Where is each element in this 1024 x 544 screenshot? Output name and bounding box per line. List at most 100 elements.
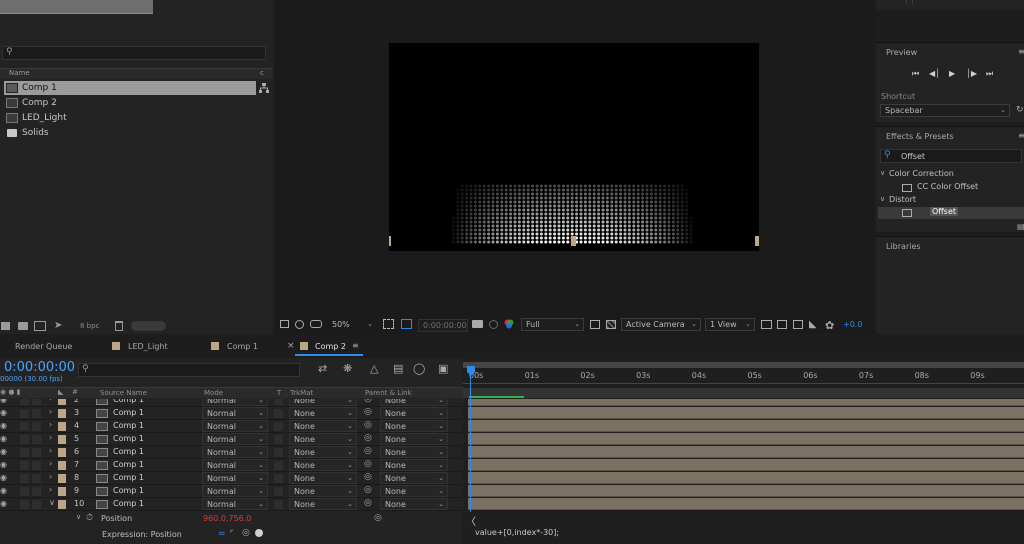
navigator-bar[interactable] — [463, 362, 1024, 368]
category-distort[interactable]: ∨ Distort — [880, 195, 1020, 207]
camera-dropdown[interactable]: Active Camera ⌄ — [621, 318, 701, 331]
time-ruler[interactable]: 00s01s02s03s04s05s06s07s08s09s10 — [463, 370, 1024, 384]
property-value[interactable]: 960.0,756.0 — [203, 514, 251, 523]
parent-dropdown[interactable]: None ⌄ — [380, 498, 448, 510]
solo-checkbox[interactable] — [20, 474, 29, 483]
lock-checkbox[interactable] — [32, 474, 41, 483]
mode-dropdown[interactable]: Normal ⌄ — [202, 407, 268, 419]
color-channel-icon[interactable] — [504, 319, 514, 329]
trkmat-dropdown[interactable]: None ⌄ — [289, 420, 357, 432]
label-icon[interactable]: ◣ — [58, 388, 63, 396]
playhead[interactable] — [467, 366, 475, 376]
next-frame-icon[interactable]: │▶ — [966, 69, 977, 78]
snapshot-icon[interactable] — [472, 320, 483, 328]
new-folder-icon[interactable] — [18, 322, 28, 330]
pickwhip-icon[interactable]: ◎ — [374, 513, 382, 523]
bpc-button[interactable]: 8 bpc — [80, 322, 99, 330]
mask-view-icon[interactable] — [295, 320, 304, 329]
layer-handle-center[interactable] — [571, 236, 576, 246]
layer-duration-bar[interactable] — [468, 407, 1024, 419]
eye-icon[interactable]: ◉ — [0, 486, 7, 495]
label-color-swatch[interactable] — [58, 422, 66, 431]
lock-checkbox[interactable] — [32, 448, 41, 457]
graph-editor-icon[interactable]: ▣ — [438, 362, 448, 375]
tab-comp-2[interactable]: Comp 2 — [315, 342, 346, 351]
trkmat-dropdown[interactable]: None ⌄ — [289, 472, 357, 484]
category-color-correction[interactable]: ∨ Color Correction — [880, 169, 1020, 181]
comp-mini-flowchart-icon[interactable]: ⇄ — [318, 362, 327, 375]
exposure-icon[interactable]: ✿ — [825, 319, 834, 332]
preserve-transparency-checkbox[interactable] — [274, 435, 283, 444]
panel-menu-icon[interactable]: ≡ — [1018, 131, 1024, 140]
trkmat-dropdown[interactable]: None ⌄ — [289, 407, 357, 419]
flowchart-icon[interactable]: ◣ — [809, 319, 817, 330]
eye-icon[interactable]: ◉ — [0, 421, 7, 430]
trkmat-dropdown[interactable]: None ⌄ — [289, 433, 357, 445]
parent-pickwhip-icon[interactable]: ◎ — [364, 420, 372, 430]
chevron-right-icon[interactable]: › — [49, 433, 52, 442]
mode-dropdown[interactable]: Normal ⌄ — [202, 485, 268, 497]
preserve-transparency-checkbox[interactable] — [274, 500, 283, 509]
parent-pickwhip-icon[interactable]: ◎ — [364, 485, 372, 495]
parent-pickwhip-icon[interactable]: ◎ — [364, 399, 372, 404]
parent-dropdown[interactable]: None ⌄ — [380, 433, 448, 445]
timeline-icon[interactable] — [793, 320, 803, 329]
parent-pickwhip-icon[interactable]: ◎ — [364, 446, 372, 456]
parent-dropdown[interactable]: None ⌄ — [380, 407, 448, 419]
glasses-icon[interactable] — [310, 320, 322, 328]
preserve-transparency-checkbox[interactable] — [274, 409, 283, 418]
parent-dropdown[interactable]: None ⌄ — [380, 399, 448, 406]
layer-handle-left[interactable] — [389, 236, 391, 246]
table-row[interactable]: ◉ › 2 Comp 1 Normal ⌄ None ⌄ ◎ None ⌄ — [0, 399, 463, 407]
eye-icon[interactable]: ◉ — [0, 399, 7, 404]
layer-duration-bar[interactable] — [468, 420, 1024, 432]
zoom-dropdown[interactable]: 50% ⌄ — [328, 319, 376, 332]
fast-previews-icon[interactable] — [590, 320, 600, 329]
parent-dropdown[interactable]: None ⌄ — [380, 472, 448, 484]
table-row[interactable]: ◉ ∨ 10 Comp 1 Normal ⌄ None ⌄ ◎ None ⌄ — [0, 498, 463, 511]
column-name[interactable]: Name — [9, 69, 30, 77]
solo-checkbox[interactable] — [20, 435, 29, 444]
toggle-transparency-icon[interactable] — [606, 320, 616, 329]
play-icon[interactable]: ▶ — [949, 69, 955, 78]
preserve-transparency-checkbox[interactable] — [274, 474, 283, 483]
eye-icon[interactable]: ◉ — [0, 473, 7, 482]
language-menu-icon[interactable] — [255, 529, 263, 537]
layer-duration-bar[interactable] — [468, 472, 1024, 484]
label-color-swatch[interactable] — [58, 474, 66, 483]
effect-item-offset[interactable]: Offset — [878, 207, 1024, 219]
lock-checkbox[interactable] — [32, 399, 41, 405]
tab-render-queue[interactable]: Render Queue — [15, 342, 72, 351]
preserve-transparency-checkbox[interactable] — [274, 399, 283, 405]
label-color-swatch[interactable] — [58, 399, 66, 405]
layer-duration-bar[interactable] — [468, 446, 1024, 458]
show-snapshot-icon[interactable] — [489, 320, 498, 329]
trkmat-dropdown[interactable]: None ⌄ — [289, 459, 357, 471]
trash-icon[interactable] — [115, 321, 123, 331]
table-row[interactable]: ◉ › 6 Comp 1 Normal ⌄ None ⌄ ◎ None ⌄ — [0, 446, 463, 459]
label-color-swatch[interactable] — [58, 435, 66, 444]
solo-checkbox[interactable] — [20, 500, 29, 509]
parent-pickwhip-icon[interactable]: ◎ — [364, 472, 372, 482]
header-source-name[interactable]: Source Name — [100, 389, 147, 397]
chevron-right-icon[interactable]: › — [49, 472, 52, 481]
mode-dropdown[interactable]: Normal ⌄ — [202, 420, 268, 432]
mode-dropdown[interactable]: Normal ⌄ — [202, 446, 268, 458]
resolution-dropdown[interactable]: Full ⌄ — [521, 318, 584, 331]
solo-checkbox[interactable] — [20, 422, 29, 431]
current-time[interactable]: 0:00:00:00 — [4, 360, 75, 375]
close-icon[interactable]: × — [287, 341, 295, 351]
solo-checkbox[interactable] — [20, 448, 29, 457]
eye-icon[interactable]: ◉ — [0, 408, 7, 417]
draft-3d-icon[interactable]: ❋ — [343, 362, 352, 375]
table-row[interactable]: ◉ › 4 Comp 1 Normal ⌄ None ⌄ ◎ None ⌄ — [0, 420, 463, 433]
3d-view-icon[interactable] — [761, 320, 772, 329]
trkmat-dropdown[interactable]: None ⌄ — [289, 498, 357, 510]
effects-search-field[interactable]: ⚲ Offset — [880, 149, 1022, 163]
motion-blur-icon[interactable]: ◯ — [413, 362, 425, 375]
preserve-transparency-checkbox[interactable] — [274, 487, 283, 496]
solo-checkbox[interactable] — [20, 399, 29, 405]
table-row[interactable]: ◉ › 7 Comp 1 Normal ⌄ None ⌄ ◎ None ⌄ — [0, 459, 463, 472]
tab-led-light[interactable]: LED_Light — [128, 342, 168, 351]
layer-duration-bar[interactable] — [468, 498, 1024, 510]
